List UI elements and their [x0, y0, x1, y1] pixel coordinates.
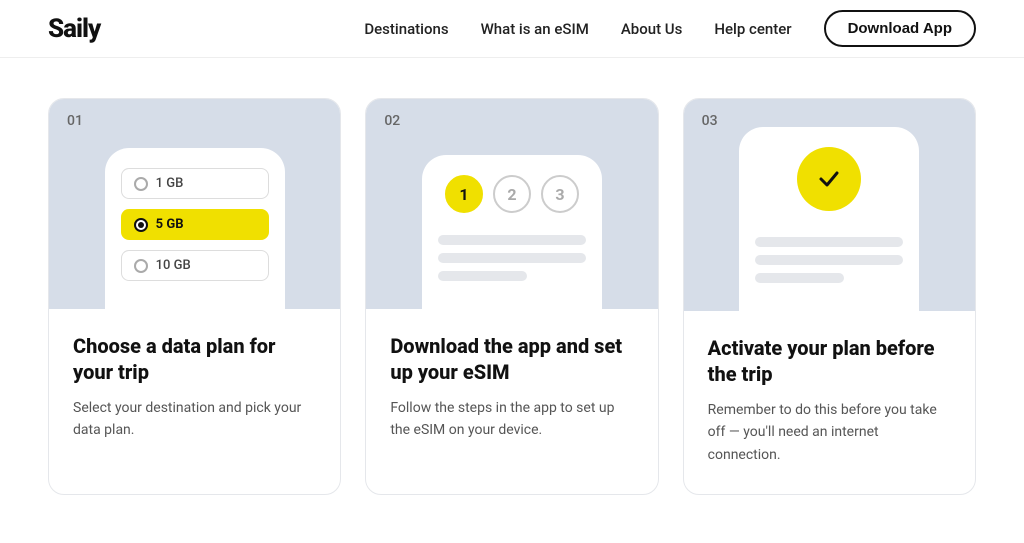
circle-3: 3: [541, 175, 579, 213]
card-3-illustration: 03: [684, 99, 975, 311]
option-10gb: 10 GB: [121, 250, 269, 281]
phone-mockup-1: 1 GB 5 GB 10 GB: [105, 148, 285, 309]
logo: Saily: [48, 14, 100, 44]
circle-2: 2: [493, 175, 531, 213]
option-5gb: 5 GB: [121, 209, 269, 240]
line-1: [438, 235, 586, 245]
steps-circles: 1 2 3: [438, 175, 586, 213]
circle-1: 1: [445, 175, 483, 213]
step-number-1: 01: [67, 113, 83, 129]
step-card-3: 03 Activate your plan before the tri: [683, 98, 976, 495]
nav-about-us[interactable]: About Us: [621, 20, 683, 38]
step-card-2: 02 1 2 3 Download the app and set up you…: [365, 98, 658, 495]
nav-help-center[interactable]: Help center: [714, 20, 791, 38]
line-3: [438, 271, 527, 281]
card-2-title: Download the app and set up your eSIM: [390, 333, 633, 385]
card-1-desc: Select your destination and pick your da…: [73, 397, 316, 442]
phone-lines-2: [438, 235, 586, 281]
card-3-content: Activate your plan before the trip Remem…: [684, 311, 975, 494]
steps-grid: 01 1 GB 5 GB 10 GB: [48, 98, 976, 495]
main-nav: Destinations What is an eSIM About Us He…: [364, 10, 976, 47]
line3-1: [755, 237, 903, 247]
line-2: [438, 253, 586, 263]
radio-5gb: [134, 218, 148, 232]
option-5gb-label: 5 GB: [156, 217, 184, 232]
card-2-content: Download the app and set up your eSIM Fo…: [366, 309, 657, 470]
card-1-illustration: 01 1 GB 5 GB 10 GB: [49, 99, 340, 309]
phone-mockup-2: 1 2 3: [422, 155, 602, 309]
option-1gb: 1 GB: [121, 168, 269, 199]
phone-mockup-3: [739, 127, 919, 311]
card-2-illustration: 02 1 2 3: [366, 99, 657, 309]
card-1-content: Choose a data plan for your trip Select …: [49, 309, 340, 470]
radio-1gb: [134, 177, 148, 191]
checkmark-circle: [797, 147, 861, 211]
phone-lines-3: [755, 237, 903, 283]
line3-3: [755, 273, 844, 283]
nav-destinations[interactable]: Destinations: [364, 20, 448, 38]
line3-2: [755, 255, 903, 265]
option-10gb-label: 10 GB: [156, 258, 191, 273]
card-1-title: Choose a data plan for your trip: [73, 333, 316, 385]
step-card-1: 01 1 GB 5 GB 10 GB: [48, 98, 341, 495]
step-number-3: 03: [702, 113, 718, 129]
card-3-desc: Remember to do this before you take off …: [708, 399, 951, 466]
checkmark-icon: [815, 165, 843, 193]
radio-10gb: [134, 259, 148, 273]
nav-what-is-esim[interactable]: What is an eSIM: [481, 20, 589, 38]
card-2-desc: Follow the steps in the app to set up th…: [390, 397, 633, 442]
card-3-title: Activate your plan before the trip: [708, 335, 951, 387]
option-1gb-label: 1 GB: [156, 176, 184, 191]
download-app-button[interactable]: Download App: [824, 10, 976, 47]
step-number-2: 02: [384, 113, 400, 129]
